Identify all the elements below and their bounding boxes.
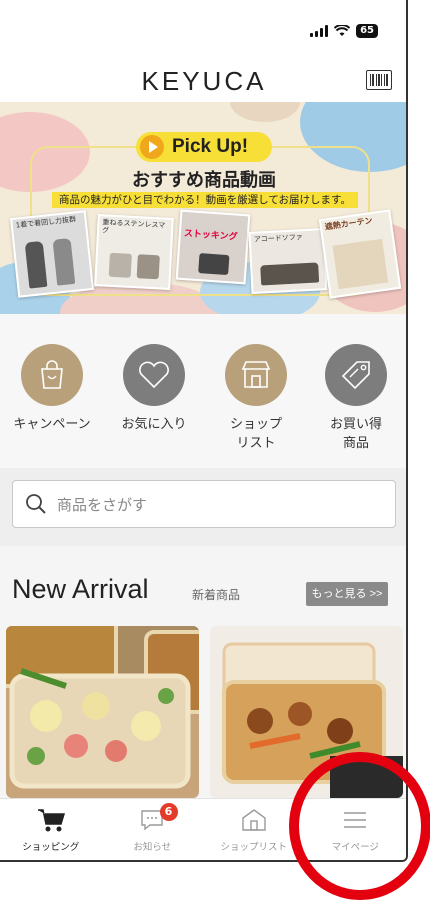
category-shop-list[interactable]: ショップ リスト bbox=[206, 344, 306, 454]
status-bar: 65 bbox=[0, 0, 406, 58]
bottom-tab-bar: ショッピング 6 お知らせ ショップリスト マイページ bbox=[0, 798, 406, 860]
product-card[interactable] bbox=[6, 626, 199, 798]
category-campaign[interactable]: キャンペーン bbox=[2, 344, 102, 435]
product-card[interactable] bbox=[210, 626, 403, 798]
cart-icon bbox=[37, 809, 65, 832]
video-thumbnail[interactable]: 重ねるステンレスマグ bbox=[94, 214, 174, 290]
category-favorites[interactable]: お気に入り bbox=[104, 344, 204, 435]
product-image bbox=[6, 626, 199, 798]
see-more-button[interactable]: もっと見る >> bbox=[306, 582, 388, 606]
shop-icon bbox=[225, 344, 287, 406]
app-logo: KEYUCA bbox=[141, 66, 267, 96]
shop-icon bbox=[242, 809, 266, 831]
banner-title: おすすめ商品動画 bbox=[132, 170, 276, 191]
search-placeholder: 商品をさがす bbox=[57, 495, 148, 514]
tab-shop-list[interactable]: ショップリスト bbox=[203, 799, 305, 860]
shopping-bag-icon bbox=[21, 344, 83, 406]
heart-icon bbox=[123, 344, 185, 406]
video-thumbnail[interactable]: ストッキング bbox=[175, 209, 251, 285]
notification-badge: 6 bbox=[159, 803, 178, 821]
tab-shopping[interactable]: ショッピング bbox=[0, 799, 102, 860]
video-thumbnail[interactable]: 1着で着回し力抜群 bbox=[10, 210, 94, 298]
search-icon bbox=[26, 494, 46, 514]
new-arrival-section: New Arrival 新着商品 もっと見る >> bbox=[0, 546, 406, 798]
app-screen: 65 KEYUCA Pick Up! おすすめ商品動画 商品の魅力がひと目でわか… bbox=[0, 0, 408, 862]
app-header: KEYUCA bbox=[0, 58, 406, 102]
banner-subtitle: 商品の魅力がひと目でわかる！動画を厳選してお届けします。 bbox=[52, 192, 358, 208]
search-input[interactable]: 商品をさがす bbox=[12, 480, 396, 528]
category-bargains[interactable]: お買い得 商品 bbox=[306, 344, 406, 454]
video-thumbnail[interactable]: アコードソファ bbox=[248, 228, 328, 294]
price-tag-icon bbox=[325, 344, 387, 406]
wifi-icon bbox=[334, 25, 351, 36]
pickup-badge: Pick Up! bbox=[136, 132, 272, 162]
barcode-icon[interactable] bbox=[366, 70, 392, 90]
play-icon bbox=[140, 135, 164, 159]
tab-my-page[interactable]: マイページ bbox=[305, 799, 407, 860]
pickup-banner[interactable]: Pick Up! おすすめ商品動画 商品の魅力がひと目でわかる！動画を厳選してお… bbox=[0, 102, 406, 314]
signal-icon bbox=[310, 25, 329, 37]
section-title: New Arrival bbox=[12, 574, 149, 604]
menu-icon bbox=[344, 812, 367, 828]
product-image bbox=[210, 626, 403, 798]
tab-notifications[interactable]: 6 お知らせ bbox=[102, 799, 204, 860]
video-thumbnail[interactable]: 遮熱カーテン bbox=[318, 209, 402, 299]
section-subtitle: 新着商品 bbox=[192, 588, 241, 602]
search-section: 商品をさがす bbox=[0, 468, 406, 546]
category-menu: キャンペーン お気に入り ショップ リスト お買い得 商品 bbox=[0, 314, 406, 468]
battery-indicator: 65 bbox=[356, 24, 378, 38]
